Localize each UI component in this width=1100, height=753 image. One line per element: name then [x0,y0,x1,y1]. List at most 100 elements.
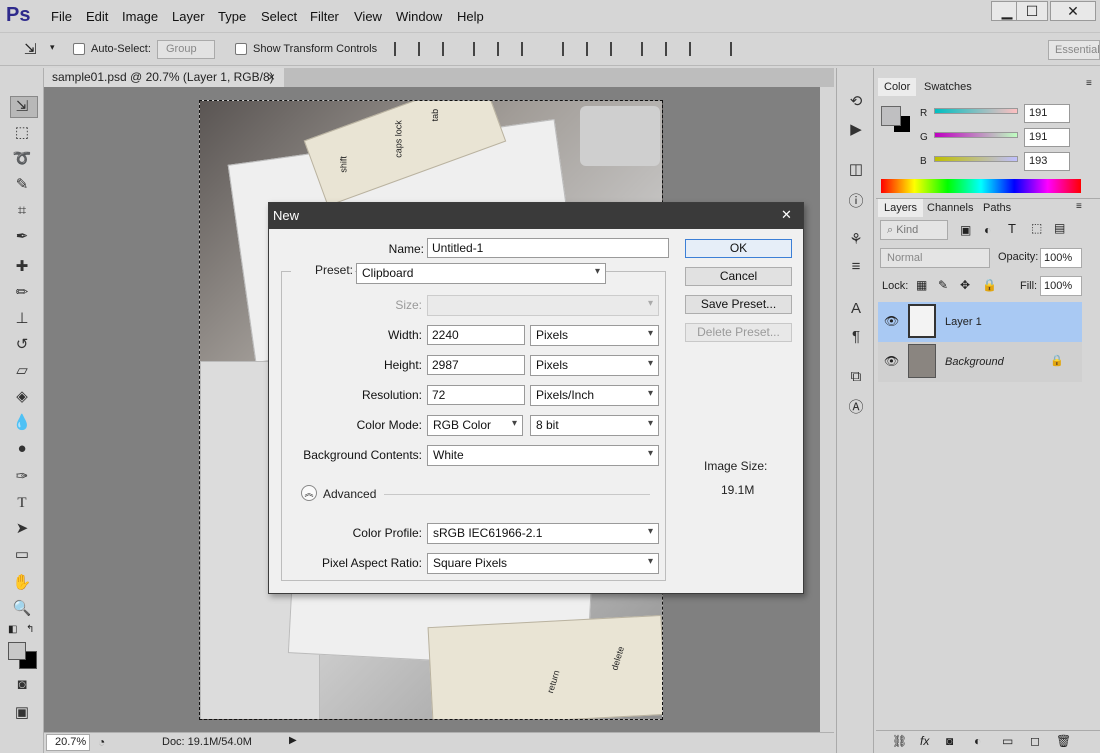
link-layers-icon[interactable]: ⛓ [892,734,907,748]
align-hcenter-icon[interactable] [497,42,513,56]
tab-channels[interactable]: Channels [921,199,979,217]
healing-brush-tool-icon[interactable]: ✚ [10,256,34,278]
r-slider[interactable] [934,108,1018,114]
color-fg-swatch[interactable] [881,106,901,126]
adjustments-panel-icon[interactable]: ≡ [845,258,867,278]
paragraph-styles-icon[interactable]: Ⓐ [845,396,867,416]
g-value[interactable]: 191 [1024,128,1070,147]
distribute-vcenter-icon[interactable] [586,42,602,56]
r-value[interactable]: 191 [1024,104,1070,123]
b-slider[interactable] [934,156,1018,162]
distribute-bottom-icon[interactable] [610,42,626,56]
new-group-icon[interactable]: ▭ [1002,734,1013,748]
distribute-top-icon[interactable] [562,42,578,56]
show-transform-checkbox[interactable] [235,43,247,55]
fill-field[interactable]: 100% [1040,276,1082,296]
default-colors-icon[interactable]: ◧ [8,624,17,635]
color-profile-dropdown[interactable]: sRGB IEC61966-2.1 ▾ [427,523,659,544]
layer-row[interactable]: 👁 Background 🔒 [878,342,1082,382]
menu-type[interactable]: Type [218,9,246,24]
menu-view[interactable]: View [354,9,382,24]
brush-panel-icon[interactable]: ⚘ [845,230,867,250]
layer-filter-dropdown[interactable]: ⌕ Kind [880,220,948,240]
quick-mask-icon[interactable]: ◙ [10,674,34,696]
distribute-right-icon[interactable] [689,42,705,56]
preset-dropdown[interactable]: Clipboard ▾ [356,263,606,284]
3d-panel-icon[interactable]: ◫ [845,160,867,180]
resolution-input[interactable]: 72 [427,385,525,405]
align-left-icon[interactable] [473,42,489,56]
workspace-switcher[interactable]: Essential [1048,40,1100,60]
foreground-color-swatch[interactable] [8,642,26,660]
pen-tool-icon[interactable]: ✑ [10,466,34,488]
auto-select-checkbox[interactable] [73,43,85,55]
lock-position-icon[interactable]: ✥ [960,278,970,292]
status-menu-arrow-icon[interactable]: ▶ [289,735,297,746]
advanced-label[interactable]: Advanced [323,487,376,501]
width-input[interactable]: 2240 [427,325,525,345]
path-selection-tool-icon[interactable]: ➤ [10,518,34,540]
blur-tool-icon[interactable]: 💧 [10,412,34,434]
brush-tool-icon[interactable]: ✏ [10,282,34,304]
lock-pixels-icon[interactable]: ✎ [938,278,948,292]
info-panel-icon[interactable]: ⓘ [845,190,867,210]
swap-colors-icon[interactable]: ↰ [26,624,34,635]
close-tab-icon[interactable]: × [268,70,275,84]
move-tool-icon[interactable]: ⇲ [10,96,34,118]
menu-window[interactable]: Window [396,9,442,24]
align-right-icon[interactable] [521,42,537,56]
filter-adjustment-icon[interactable]: ◐ [984,223,991,237]
color-mode-dropdown[interactable]: RGB Color ▾ [427,415,523,436]
layer-mask-icon[interactable]: ◙ [946,734,953,748]
blend-mode-dropdown[interactable]: Normal [880,248,990,268]
move-tool-icon[interactable]: ⇲ [24,40,37,58]
menu-image[interactable]: Image [122,9,158,24]
adjustment-layer-icon[interactable]: ◐ [974,734,981,748]
paint-bucket-tool-icon[interactable]: ◈ [10,386,34,408]
bit-depth-dropdown[interactable]: 8 bit ▾ [530,415,659,436]
lock-all-icon[interactable]: 🔒 [982,278,997,292]
width-unit-dropdown[interactable]: Pixels ▾ [530,325,659,346]
dialog-close-icon[interactable]: ✕ [781,207,792,223]
height-input[interactable]: 2987 [427,355,525,375]
auto-align-layers-icon[interactable] [730,42,746,56]
filter-smart-object-icon[interactable]: ▤ [1054,221,1065,235]
history-brush-tool-icon[interactable]: ↺ [10,334,34,356]
dodge-tool-icon[interactable]: ● [10,438,34,460]
tab-layers[interactable]: Layers [878,199,924,217]
distribute-hcenter-icon[interactable] [665,42,681,56]
character-styles-icon[interactable]: ⧉ [845,368,867,388]
new-layer-icon[interactable]: ◻ [1030,734,1040,748]
status-info-icon[interactable]: ◔ [98,735,105,749]
vertical-scrollbar[interactable] [820,87,834,732]
color-spectrum-bar[interactable] [881,179,1081,193]
crop-tool-icon[interactable]: ⌗ [10,200,34,222]
lasso-tool-icon[interactable]: ➰ [10,148,34,170]
filter-pixel-icon[interactable]: ▣ [960,223,971,237]
zoom-field[interactable]: 20.7% [46,734,90,751]
opacity-field[interactable]: 100% [1040,248,1082,268]
eyedropper-tool-icon[interactable]: ✒ [10,226,34,248]
tab-paths[interactable]: Paths [977,199,1017,217]
clone-stamp-tool-icon[interactable]: ⊥ [10,308,34,330]
hand-tool-icon[interactable]: ✋ [10,572,34,594]
menu-edit[interactable]: Edit [86,9,108,24]
height-unit-dropdown[interactable]: Pixels ▾ [530,355,659,376]
g-slider[interactable] [934,132,1018,138]
menu-filter[interactable]: Filter [310,9,339,24]
background-contents-dropdown[interactable]: White ▾ [427,445,659,466]
filter-shape-icon[interactable]: ⬚ [1031,221,1042,235]
menu-select[interactable]: Select [261,9,297,24]
advanced-toggle-icon[interactable]: ︽ [301,485,317,501]
maximize-button[interactable]: ☐ [1016,1,1048,21]
panel-menu-icon[interactable]: ≡ [1086,78,1092,89]
visibility-eye-icon[interactable]: 👁 [884,354,899,368]
menu-help[interactable]: Help [457,9,484,24]
pixel-aspect-ratio-dropdown[interactable]: Square Pixels ▾ [427,553,659,574]
cancel-button[interactable]: Cancel [685,267,792,286]
layers-panel-menu-icon[interactable]: ≡ [1076,201,1082,212]
layer-row[interactable]: 👁 Layer 1 [878,302,1082,342]
rectangle-tool-icon[interactable]: ▭ [10,544,34,566]
lock-transparent-icon[interactable]: ▦ [916,278,927,292]
quick-select-tool-icon[interactable]: ✎ [10,174,34,196]
